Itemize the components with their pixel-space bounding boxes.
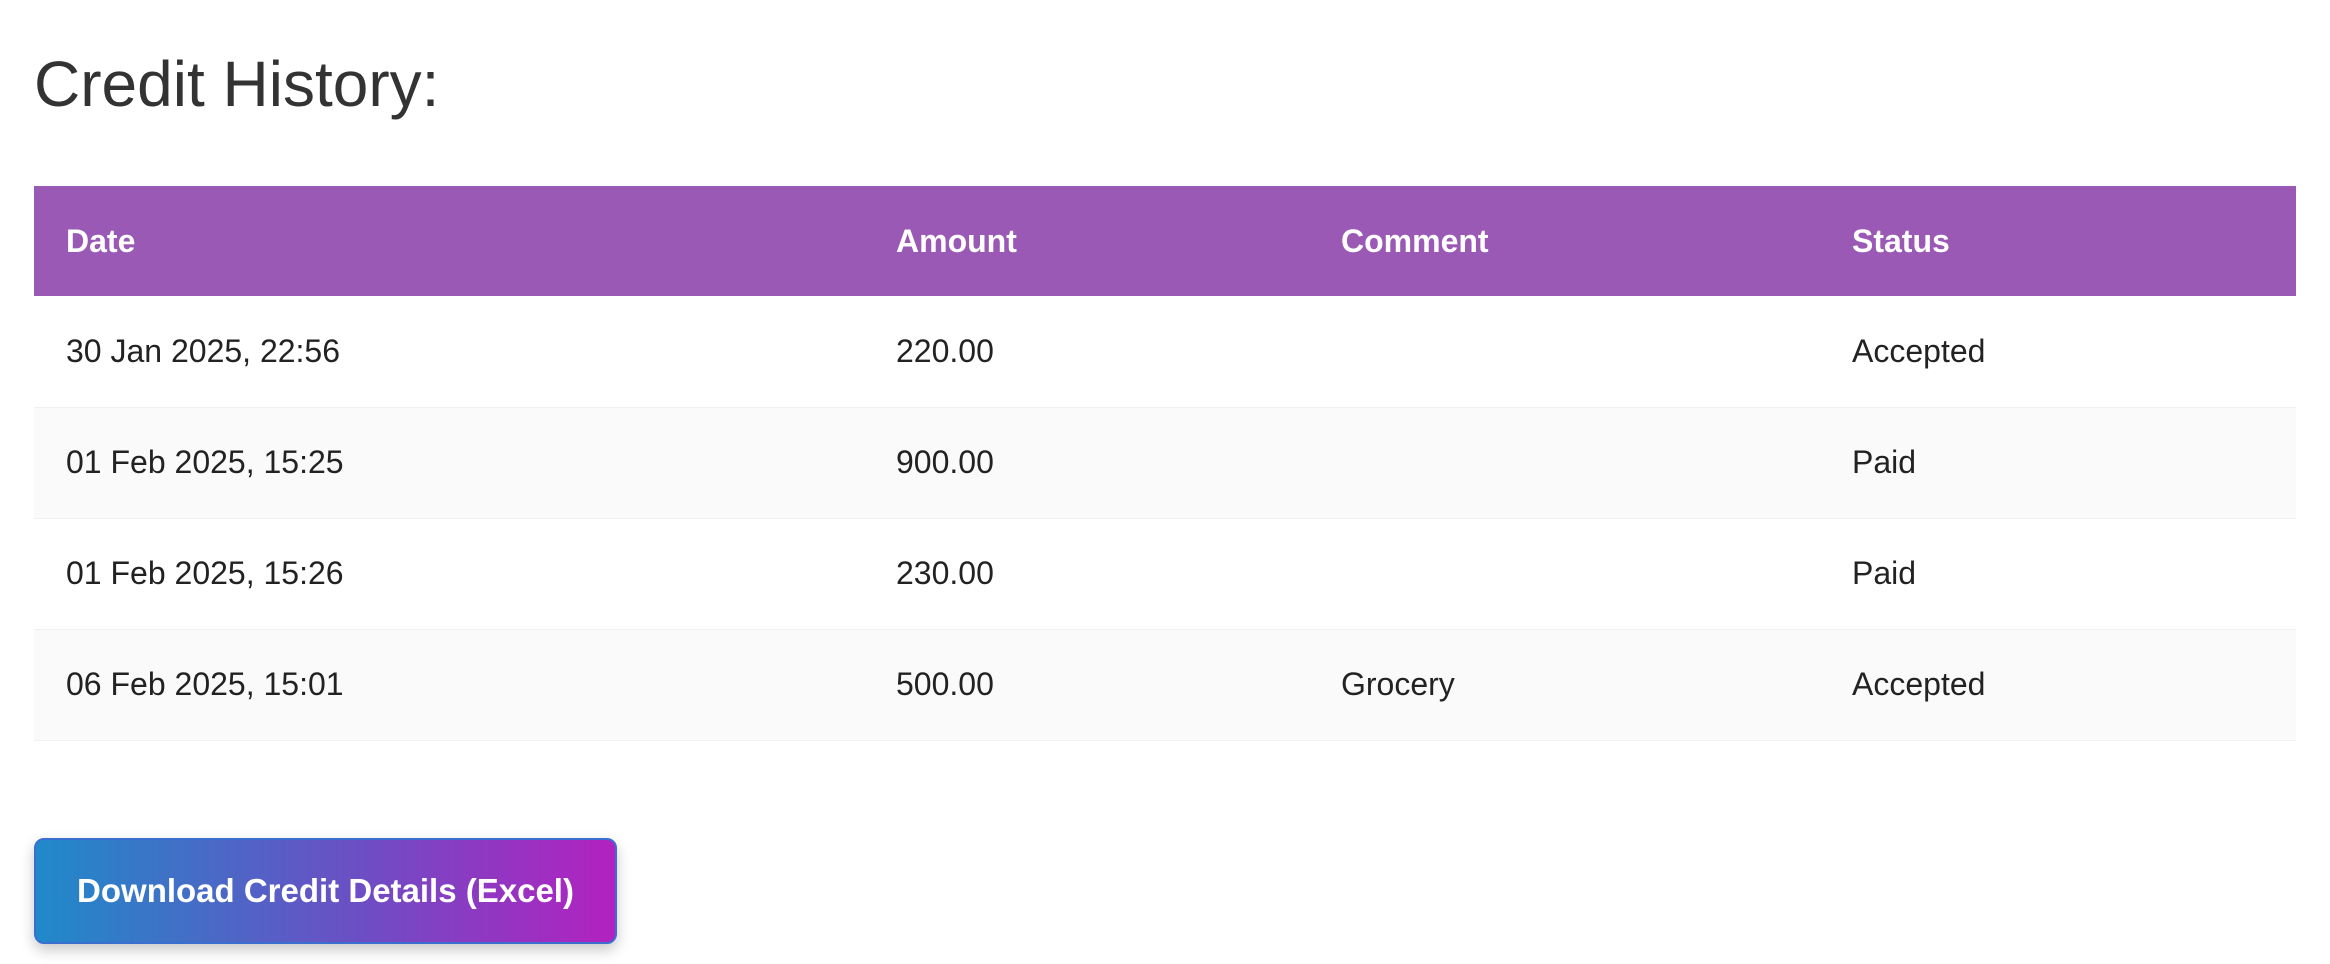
table-row: 30 Jan 2025, 22:56 220.00 Accepted [34,296,2296,407]
cell-comment: Grocery [1341,666,1455,702]
cell-amount: 900.00 [896,444,994,480]
credit-history-page: Credit History: Date Amount Comment Stat… [0,0,2330,964]
column-header-status: Status [1852,222,1950,259]
cell-status: Paid [1852,444,1917,480]
table-row: 06 Feb 2025, 15:01 500.00 Grocery Accept… [34,629,2296,740]
column-header-amount: Amount [896,222,1017,259]
download-credit-details-button[interactable]: Download Credit Details (Excel) [34,838,617,944]
table-row: 01 Feb 2025, 15:26 230.00 Paid [34,518,2296,629]
table-header: Date Amount Comment Status [34,186,2296,296]
column-header-comment: Comment [1341,222,1489,259]
cell-status: Accepted [1852,332,1986,369]
cell-status: Accepted [1852,666,1986,702]
table-header-row: Date Amount Comment Status [34,186,2296,296]
credit-history-table: Date Amount Comment Status 30 Jan 2025, … [34,186,2296,741]
cell-amount: 500.00 [896,666,994,702]
column-header-date: Date [66,222,136,259]
cell-comment [1309,296,1820,407]
cell-date: 01 Feb 2025, 15:26 [66,555,344,591]
cell-status: Paid [1852,555,1917,591]
table-row: 01 Feb 2025, 15:25 900.00 Paid [34,407,2296,518]
cell-date: 01 Feb 2025, 15:25 [66,444,344,480]
cell-amount: 220.00 [896,332,994,369]
cell-date: 30 Jan 2025, 22:56 [66,332,341,369]
cell-amount: 230.00 [896,555,994,591]
cell-comment [1309,518,1820,629]
page-title: Credit History: [34,48,440,120]
credit-history-table-container: Date Amount Comment Status 30 Jan 2025, … [34,186,2296,741]
cell-date: 06 Feb 2025, 15:01 [66,666,344,702]
cell-comment [1309,407,1820,518]
table-body: 30 Jan 2025, 22:56 220.00 Accepted 01 Fe… [34,296,2296,740]
